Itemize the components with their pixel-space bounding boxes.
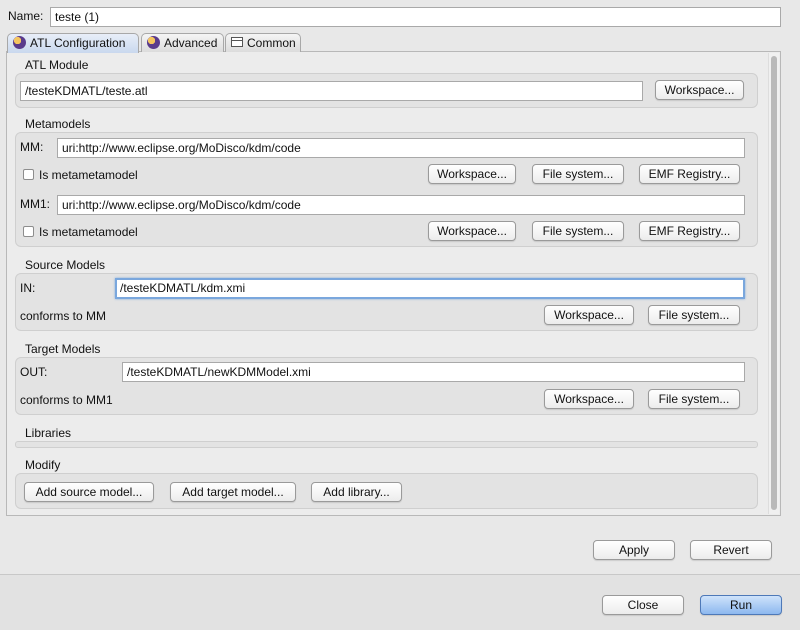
mm1-metametamodel-label: Is metametamodel bbox=[39, 225, 138, 239]
name-label: Name: bbox=[8, 9, 44, 23]
vertical-scrollbar-thumb[interactable] bbox=[771, 56, 777, 510]
target-out-label: OUT: bbox=[20, 365, 48, 379]
mm-filesystem-button[interactable]: File system... bbox=[532, 164, 624, 184]
modify-title: Modify bbox=[25, 458, 61, 472]
metamodels-title: Metamodels bbox=[25, 117, 91, 131]
libraries-group bbox=[15, 441, 758, 448]
mm1-emf-registry-button[interactable]: EMF Registry... bbox=[639, 221, 740, 241]
source-in-label: IN: bbox=[20, 281, 36, 295]
mm-workspace-button[interactable]: Workspace... bbox=[428, 164, 516, 184]
mm-label: MM: bbox=[20, 140, 44, 154]
apply-button[interactable]: Apply bbox=[593, 540, 675, 560]
mm-metametamodel-label: Is metametamodel bbox=[39, 168, 138, 182]
mm1-workspace-button[interactable]: Workspace... bbox=[428, 221, 516, 241]
atl-module-title: ATL Module bbox=[25, 58, 89, 72]
add-target-model-button[interactable]: Add target model... bbox=[170, 482, 296, 502]
tab-advanced[interactable]: Advanced bbox=[141, 33, 224, 52]
atl-icon bbox=[147, 36, 160, 49]
tab-label: Advanced bbox=[164, 36, 218, 50]
tab-label: Common bbox=[247, 36, 296, 50]
atl-icon bbox=[13, 36, 26, 49]
target-filesystem-button[interactable]: File system... bbox=[648, 389, 740, 409]
mm1-label: MM1: bbox=[20, 197, 50, 211]
source-workspace-button[interactable]: Workspace... bbox=[544, 305, 634, 325]
source-conforms-label: conforms to MM bbox=[20, 309, 107, 323]
add-source-model-button[interactable]: Add source model... bbox=[24, 482, 154, 502]
mm-metametamodel-checkbox[interactable] bbox=[23, 169, 34, 180]
target-out-input[interactable]: /testeKDMATL/newKDMModel.xmi bbox=[122, 362, 745, 382]
source-in-input[interactable]: /testeKDMATL/kdm.xmi bbox=[115, 278, 745, 299]
target-models-title: Target Models bbox=[25, 342, 101, 356]
target-conforms-label: conforms to MM1 bbox=[20, 393, 113, 407]
name-input[interactable]: teste (1) bbox=[50, 7, 781, 27]
mm-emf-registry-button[interactable]: EMF Registry... bbox=[639, 164, 740, 184]
revert-button[interactable]: Revert bbox=[690, 540, 772, 560]
tab-atl-configuration[interactable]: ATL Configuration bbox=[7, 33, 139, 53]
common-tab-icon bbox=[231, 37, 243, 47]
add-library-button[interactable]: Add library... bbox=[311, 482, 402, 502]
run-button[interactable]: Run bbox=[700, 595, 782, 615]
tab-label: ATL Configuration bbox=[30, 36, 126, 50]
mm1-filesystem-button[interactable]: File system... bbox=[532, 221, 624, 241]
libraries-title: Libraries bbox=[25, 426, 72, 440]
source-models-title: Source Models bbox=[25, 258, 106, 272]
target-workspace-button[interactable]: Workspace... bbox=[544, 389, 634, 409]
mm1-input[interactable]: uri:http://www.eclipse.org/MoDisco/kdm/c… bbox=[57, 195, 745, 215]
mm1-metametamodel-checkbox[interactable] bbox=[23, 226, 34, 237]
close-button[interactable]: Close bbox=[602, 595, 684, 615]
tab-common[interactable]: Common bbox=[225, 33, 301, 52]
mm-input[interactable]: uri:http://www.eclipse.org/MoDisco/kdm/c… bbox=[57, 138, 745, 158]
atl-module-workspace-button[interactable]: Workspace... bbox=[655, 80, 744, 100]
source-filesystem-button[interactable]: File system... bbox=[648, 305, 740, 325]
atl-module-path-input[interactable]: /testeKDMATL/teste.atl bbox=[20, 81, 643, 101]
